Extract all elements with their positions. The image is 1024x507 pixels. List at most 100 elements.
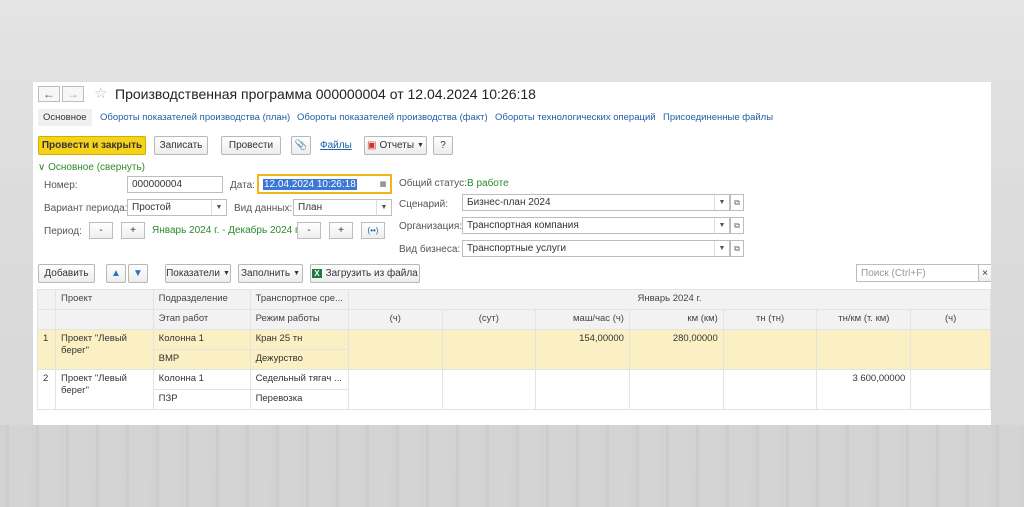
chevron-down-icon: ▼ [417,142,424,149]
date-label: Дата: [230,180,255,191]
arrow-up-icon: ▲ [111,268,121,279]
header-machine-hours[interactable]: маш/час (ч) [535,309,630,330]
chevron-down-icon: ▼ [376,200,391,215]
ton-km-cell[interactable]: 3 600,00000 [816,369,912,410]
paperclip-icon: 📎 [294,140,308,151]
header-km[interactable]: км (км) [628,309,724,330]
arrow-right-icon: → [67,87,79,101]
tab-fact-turnover[interactable]: Обороты показателей производства (факт) [297,112,488,123]
department-cell[interactable]: Колонна 1 [152,329,251,350]
forward-button[interactable]: → [62,86,84,102]
arrow-down-icon: ▼ [133,268,143,279]
tab-attached-files[interactable]: Присоединенные файлы [663,112,773,123]
data-kind-select[interactable]: План ▼ [293,199,392,216]
grid-header-row: Проект Подразделение Транспортное сре...… [37,289,991,310]
tons-cell[interactable] [722,369,818,410]
move-down-button[interactable]: ▼ [128,264,148,283]
fill-button[interactable]: Заполнить ▼ [238,264,303,283]
post-button[interactable]: Провести [221,136,281,155]
table-row[interactable]: 1 Проект "Левый берег" Колонна 1 Кран 25… [37,329,991,370]
hours-2-cell[interactable] [910,369,991,410]
project-cell[interactable]: Проект "Левый берег" [54,369,154,410]
tab-tech-operations[interactable]: Обороты технологических операций [495,112,656,123]
chevron-down-icon: ▼ [222,270,230,277]
km-cell[interactable] [628,369,724,410]
number-field[interactable]: 000000004 [127,176,223,193]
period-variant-select[interactable]: Простой ▼ [127,199,227,216]
header-hours-2[interactable]: (ч) [910,309,991,330]
paperclip-button[interactable]: 📎 [291,136,311,155]
ton-km-cell[interactable] [816,329,912,370]
section-toggle[interactable]: ∨ Основное (свернуть) [38,162,145,173]
header-ton-km[interactable]: тн/км (т. км) [816,309,912,330]
stage-cell[interactable]: ПЗР [152,389,251,410]
save-button[interactable]: Записать [154,136,208,155]
reports-button[interactable]: ▣ Отчеты ▼ [364,136,427,155]
vehicle-cell[interactable]: Седельный тягач ... [249,369,349,390]
header-mode[interactable]: Режим работы [249,309,349,330]
hours-cell[interactable] [347,369,443,410]
clear-search-button[interactable]: × [978,264,991,282]
header-days[interactable]: (сут) [441,309,537,330]
org-select[interactable]: Транспортная компания ▼ [462,217,730,234]
period-variant-label: Вариант периода: [44,203,128,214]
chevron-down-icon: ▼ [293,270,301,277]
header-hours[interactable]: (ч) [347,309,443,330]
header-stage[interactable]: Этап работ [152,309,251,330]
add-button[interactable]: Добавить [38,264,95,283]
stage-cell[interactable]: ВМР [152,349,251,370]
period-icon: (••) [367,226,379,235]
hours-2-cell[interactable] [910,329,991,370]
open-link-icon[interactable]: ⧉ [730,240,744,257]
km-cell[interactable]: 280,00000 [628,329,724,370]
header-vehicle[interactable]: Транспортное сре... [249,289,349,310]
load-from-file-button[interactable]: X Загрузить из файла [310,264,420,283]
header-department[interactable]: Подразделение [152,289,251,310]
business-select[interactable]: Транспортные услуги ▼ [462,240,730,257]
table-row[interactable]: 2 Проект "Левый берег" Колонна 1 Седельн… [37,369,991,410]
vehicle-cell[interactable]: Кран 25 тн [249,329,349,350]
tab-main[interactable]: Основное [38,109,92,126]
days-cell[interactable] [441,329,537,370]
move-up-button[interactable]: ▲ [106,264,126,283]
period-plus-button[interactable]: + [121,222,145,239]
star-icon[interactable]: ☆ [94,84,107,102]
hours-cell[interactable] [347,329,443,370]
mode-cell[interactable]: Перевозка [249,389,349,410]
chevron-down-icon: ▼ [714,218,729,233]
excel-icon: X [312,269,322,278]
period-choose-button[interactable]: (••) [361,222,385,239]
tons-cell[interactable] [722,329,818,370]
date-field[interactable]: 12.04.2024 10:26:18 ▦ [257,174,392,194]
scenario-select[interactable]: Бизнес-план 2024 ▼ [462,194,730,211]
calendar-icon[interactable]: ▦ [376,176,390,192]
days-cell[interactable] [441,369,537,410]
data-kind-label: Вид данных: [234,203,293,214]
tab-plan-turnover[interactable]: Обороты показателей производства (план) [100,112,290,123]
period-link[interactable]: Январь 2024 г. - Декабрь 2024 г. [152,225,300,236]
chevron-down-icon: ▼ [714,195,729,210]
period-plus-button-2[interactable]: + [329,222,353,239]
header-month[interactable]: Январь 2024 г. [347,289,991,310]
header-project[interactable]: Проект [54,289,154,310]
business-value: Транспортные услуги [467,243,567,254]
mode-cell[interactable]: Дежурство [249,349,349,370]
period-minus-button[interactable]: - [89,222,113,239]
back-button[interactable]: ← [38,86,60,102]
search-input[interactable]: Поиск (Ctrl+F) [856,264,980,282]
department-cell[interactable]: Колонна 1 [152,369,251,390]
period-minus-button-2[interactable]: - [297,222,321,239]
help-button[interactable]: ? [433,136,453,155]
project-cell[interactable]: Проект "Левый берег" [54,329,154,370]
number-label: Номер: [44,180,78,191]
page-title: Производственная программа 000000004 от … [115,86,536,102]
header-tons[interactable]: тн (тн) [722,309,818,330]
files-link[interactable]: Файлы [320,140,352,151]
post-and-close-button[interactable]: Провести и закрыть [38,136,146,155]
indicators-button[interactable]: Показатели ▼ [165,264,231,283]
machine-hours-cell[interactable] [535,369,630,410]
background-band [0,425,1024,507]
open-link-icon[interactable]: ⧉ [730,194,744,211]
open-link-icon[interactable]: ⧉ [730,217,744,234]
machine-hours-cell[interactable]: 154,00000 [535,329,630,370]
